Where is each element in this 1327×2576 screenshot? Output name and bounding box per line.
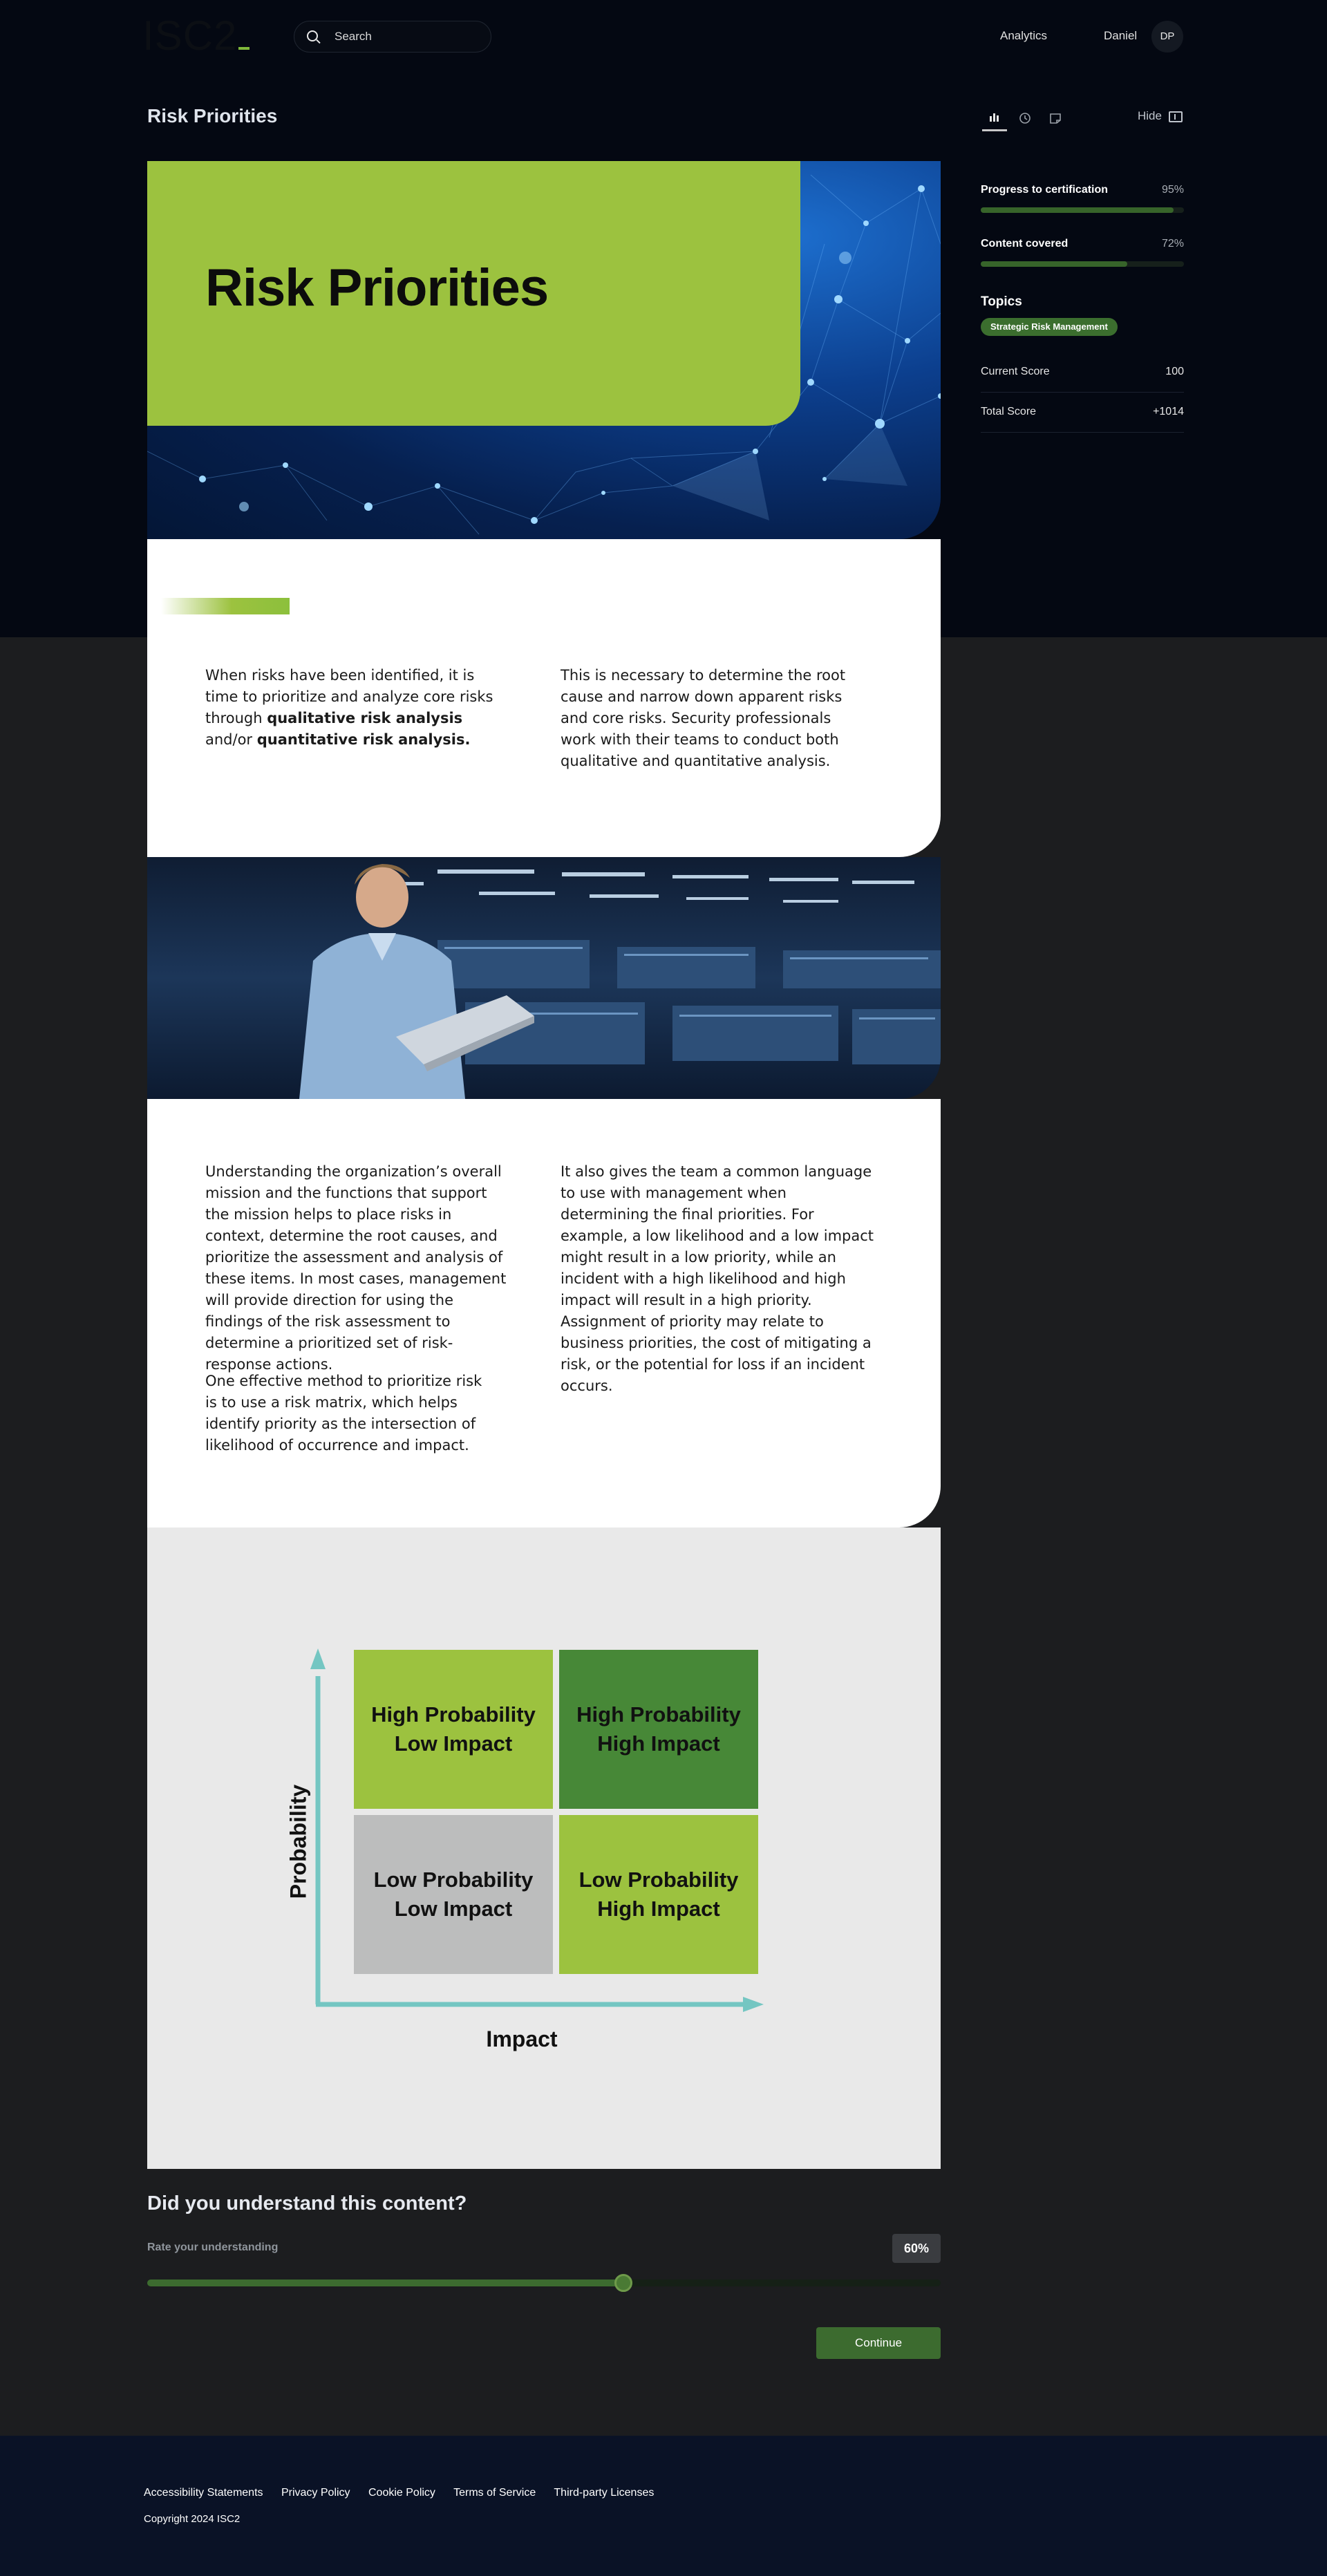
footer-link-licenses[interactable]: Third-party Licenses [554,2487,654,2499]
total-score-label: Total Score [981,406,1037,417]
data-center-image [147,857,941,1099]
footer-link-privacy[interactable]: Privacy Policy [281,2487,350,2499]
y-axis-label: Probability [285,1784,311,1899]
understanding-slider[interactable] [147,2274,941,2292]
app-header: ISC2 Analytics Daniel DP [0,0,1327,73]
intro-section: When risks have been identified, it is t… [147,539,941,857]
note-icon [1050,113,1061,124]
data-center-photo [147,857,941,1099]
total-score-row: Total Score +1014 [981,393,1184,433]
footer-link-accessibility[interactable]: Accessibility Statements [144,2487,263,2499]
progress-fill [981,207,1174,213]
avatar[interactable]: DP [1151,21,1183,53]
search-icon [307,30,321,44]
progress-label: Progress to certification [981,184,1109,196]
tab-notes[interactable] [1043,108,1068,131]
topic-chip[interactable]: Strategic Risk Management [981,318,1118,336]
footer-links: Accessibility Statements Privacy Policy … [144,2487,669,2499]
topics-title: Topics [981,294,1022,309]
matrix-cell-high-prob-high-impact: High Probability High Impact [559,1650,758,1809]
user-name[interactable]: Daniel [1104,29,1137,43]
matrix-cell-low-prob-high-impact: Low Probability High Impact [559,1815,758,1974]
tab-history[interactable] [1013,108,1037,131]
hero-banner: Risk Priorities [147,161,941,539]
hero-title-panel: Risk Priorities [147,161,800,426]
search-input[interactable] [335,21,480,52]
matrix-cell-low-prob-low-impact: Low Probability Low Impact [354,1815,553,1974]
isc2-logo[interactable]: ISC2 [142,14,250,58]
rate-value: 60% [892,2234,941,2263]
accent-bar [161,598,290,614]
tab-stats[interactable] [982,108,1007,131]
intro-left-paragraph: When risks have been identified, it is t… [205,667,493,748]
progress-value: 95% [1161,184,1184,196]
matrix-cell-high-prob-low-impact: High Probability Low Impact [354,1650,553,1809]
x-axis-label: Impact [486,2027,558,2051]
slider-fill [147,2279,623,2286]
current-score-row: Current Score 100 [981,352,1184,393]
progress-certification: Progress to certification 95% [981,184,1184,213]
body-left-paragraph-1: Understanding the organization’s overall… [205,1163,507,1373]
hero-title: Risk Priorities [205,258,549,317]
content-covered: Content covered 72% [981,238,1184,267]
page-title: Risk Priorities [147,105,278,126]
nav-analytics-link[interactable]: Analytics [1000,29,1047,43]
risk-matrix-section: High Probability Low Impact High Probabil… [147,1527,941,2169]
footer: Accessibility Statements Privacy Policy … [0,2436,1327,2576]
bar-chart-icon [990,113,999,122]
content-covered-fill [981,261,1127,267]
score-value: 100 [1165,366,1184,377]
content-covered-value: 72% [1161,238,1184,250]
understanding-question: Did you understand this content? [147,2192,467,2215]
total-score-value: +1014 [1153,406,1184,417]
continue-button[interactable]: Continue [816,2327,941,2359]
progress-track [981,207,1184,213]
content-covered-label: Content covered [981,238,1069,250]
score-label: Current Score [981,366,1050,377]
body-left-paragraph-2: One effective method to prioritize risk … [205,1373,482,1454]
body-right-paragraph: It also gives the team a common language… [561,1163,874,1394]
slider-thumb[interactable] [614,2274,632,2292]
content-covered-track [981,261,1184,267]
hide-panel-button[interactable]: Hide [1138,109,1183,123]
rate-label: Rate your understanding [147,2241,279,2253]
search-box[interactable] [294,21,491,53]
body-section: Understanding the organization’s overall… [147,1099,941,1527]
copyright: Copyright 2024 ISC2 [144,2513,241,2525]
intro-right-paragraph: This is necessary to determine the root … [561,667,846,769]
panel-icon [1168,111,1183,122]
footer-link-terms[interactable]: Terms of Service [453,2487,536,2499]
logo-underscore [238,47,250,50]
history-icon [1019,113,1030,124]
footer-link-cookie[interactable]: Cookie Policy [368,2487,435,2499]
